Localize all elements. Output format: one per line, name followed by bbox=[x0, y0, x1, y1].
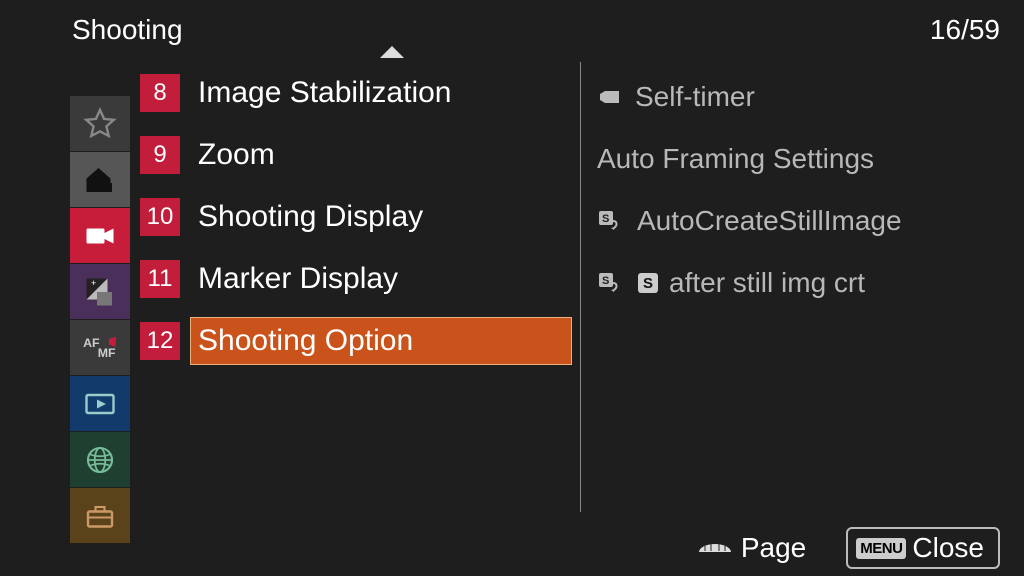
category-rail: + AFMF bbox=[70, 96, 130, 544]
submenu-list: 8 Image Stabilization 9 Zoom 10 Shooting… bbox=[130, 48, 580, 520]
item-label: Image Stabilization bbox=[198, 76, 451, 110]
list-item[interactable]: 8 Image Stabilization bbox=[130, 62, 580, 124]
scroll-up-indicator-icon bbox=[380, 46, 404, 58]
detail-label: Auto Framing Settings bbox=[597, 143, 874, 175]
home-icon bbox=[82, 162, 118, 198]
rail-shooting[interactable] bbox=[70, 208, 130, 264]
rail-favorites[interactable] bbox=[70, 96, 130, 152]
item-number: 9 bbox=[140, 136, 180, 174]
list-item[interactable]: 10 Shooting Display bbox=[130, 186, 580, 248]
svg-text:S: S bbox=[602, 213, 609, 225]
exposure-icon: + bbox=[82, 274, 118, 310]
svg-text:+: + bbox=[91, 278, 96, 288]
s-badge-icon: S bbox=[637, 272, 659, 294]
detail-item[interactable]: S S after still img crt bbox=[597, 252, 1024, 314]
list-item[interactable]: 11 Marker Display bbox=[130, 248, 580, 310]
detail-item[interactable]: S AutoCreateStillImage bbox=[597, 190, 1024, 252]
svg-text:S: S bbox=[643, 275, 653, 292]
page-indicator: 16/59 bbox=[930, 14, 1000, 46]
sq-icon: S bbox=[597, 271, 627, 295]
selftimer-icon bbox=[597, 86, 625, 108]
play-icon bbox=[82, 386, 118, 422]
star-icon bbox=[82, 106, 118, 142]
detail-item[interactable]: Auto Framing Settings bbox=[597, 128, 1024, 190]
toolbox-icon bbox=[82, 498, 118, 534]
item-number: 10 bbox=[140, 198, 180, 236]
rail-main[interactable] bbox=[70, 152, 130, 208]
rail-playback[interactable] bbox=[70, 376, 130, 432]
menu-chip: MENU bbox=[856, 538, 906, 559]
page-hint: Page bbox=[697, 532, 806, 564]
list-item-selected[interactable]: 12 Shooting Option bbox=[130, 310, 580, 372]
close-button[interactable]: MENU Close bbox=[846, 527, 1000, 569]
page-label: Page bbox=[741, 532, 806, 564]
close-label: Close bbox=[912, 532, 984, 564]
rail-exposure[interactable]: + bbox=[70, 264, 130, 320]
item-label: Shooting Display bbox=[198, 200, 423, 234]
globe-icon bbox=[82, 442, 118, 478]
header: Shooting 16/59 bbox=[0, 0, 1024, 48]
detail-label: after still img crt bbox=[669, 267, 865, 299]
footer: Page MENU Close bbox=[0, 520, 1024, 576]
menu-title: Shooting bbox=[72, 14, 183, 46]
svg-text:S: S bbox=[602, 275, 609, 287]
item-label: Marker Display bbox=[198, 262, 398, 296]
sq-icon: S bbox=[597, 209, 627, 233]
detail-label: Self-timer bbox=[635, 81, 755, 113]
item-number: 12 bbox=[140, 322, 180, 360]
video-icon bbox=[82, 218, 118, 254]
item-label: Shooting Option bbox=[198, 324, 413, 358]
item-number: 8 bbox=[140, 74, 180, 112]
detail-item[interactable]: Self-timer bbox=[597, 66, 1024, 128]
rail-setup[interactable] bbox=[70, 488, 130, 544]
rail-focus[interactable]: AFMF bbox=[70, 320, 130, 376]
list-item[interactable]: 9 Zoom bbox=[130, 124, 580, 186]
item-label: Zoom bbox=[198, 138, 275, 172]
item-number: 11 bbox=[140, 260, 180, 298]
detail-panel: Self-timer Auto Framing Settings S AutoC… bbox=[580, 62, 1024, 512]
detail-label: AutoCreateStillImage bbox=[637, 205, 902, 237]
svg-text:MF: MF bbox=[98, 346, 116, 360]
rail-network[interactable] bbox=[70, 432, 130, 488]
dial-icon bbox=[697, 538, 733, 558]
afmf-icon: AFMF bbox=[82, 330, 118, 366]
